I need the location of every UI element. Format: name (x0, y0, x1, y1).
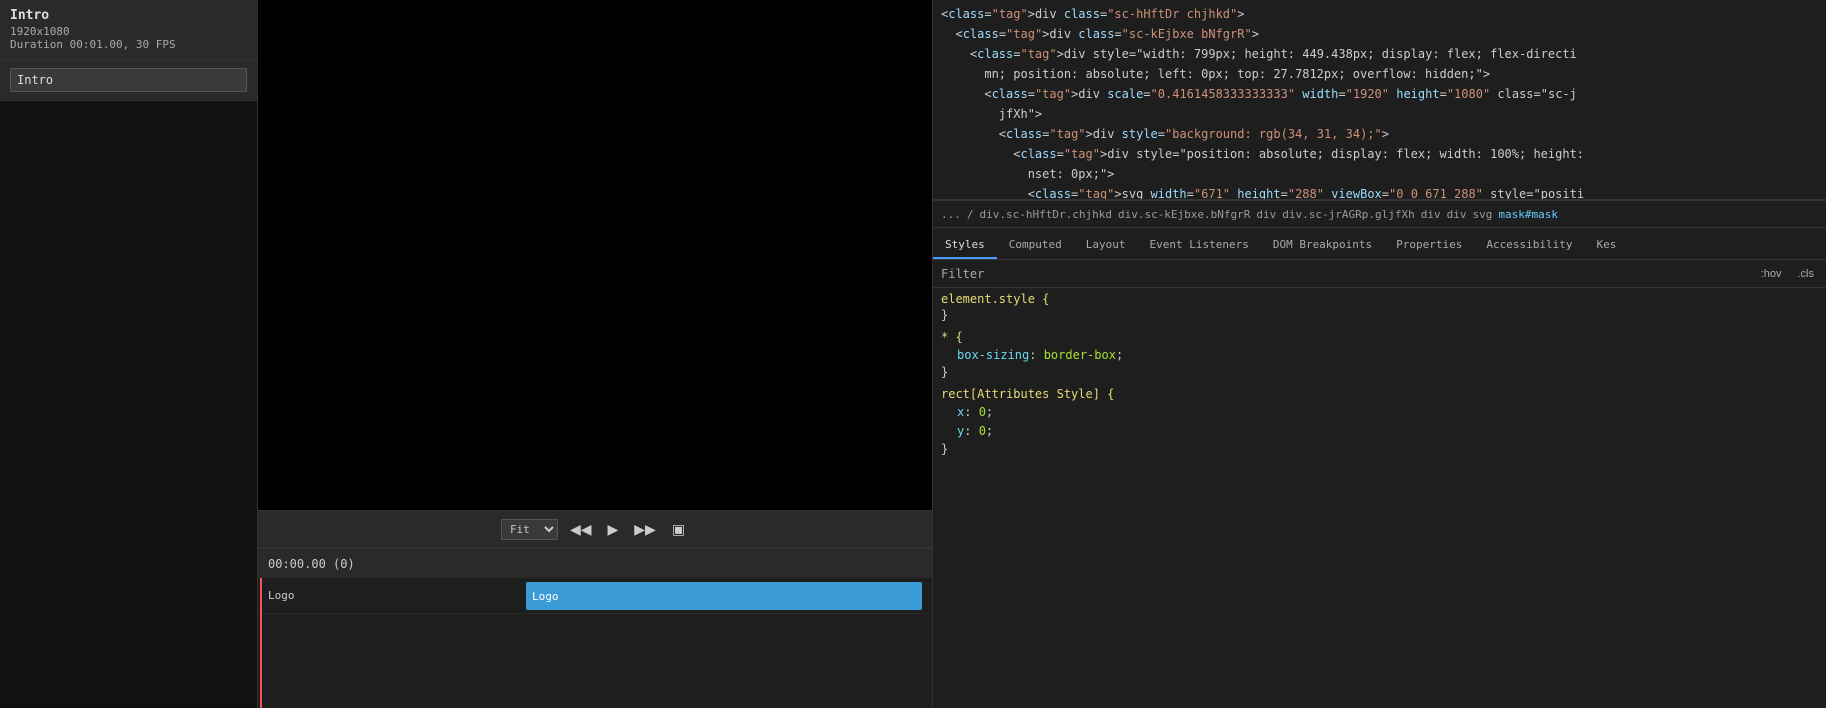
tab-layout[interactable]: Layout (1074, 232, 1138, 259)
filter-label: Filter (941, 267, 984, 281)
timecode: 00:00.00 (0) (268, 557, 355, 571)
track-label: Logo (258, 589, 516, 602)
right-panel: <class="tag">div class="sc-hHftDr chjhkd… (933, 0, 1826, 708)
breadcrumb-item[interactable]: div (1447, 208, 1467, 221)
breadcrumb-item[interactable]: div.sc-hHftDr.chjhkd (980, 208, 1112, 221)
css-prop-value: border-box (1044, 348, 1116, 362)
center-panel: Fit 100% 50% 25% ◀◀ ▶ ▶▶ ▣ 00:00.00 (0) … (258, 0, 933, 708)
main-layout: Intro 1920x1080 Duration 00:01.00, 30 FP… (0, 0, 1826, 708)
tab-dom-breakpoints[interactable]: DOM Breakpoints (1261, 232, 1384, 259)
cls-button[interactable]: .cls (1794, 266, 1819, 282)
css-property: y: 0; (941, 422, 1818, 441)
timeline-tracks: Logo Logo (258, 578, 932, 708)
list-item: jfXh"> (933, 104, 1826, 124)
skip-back-button[interactable]: ◀◀ (566, 519, 596, 540)
css-prop-value: 0 (979, 424, 986, 438)
composition-input[interactable] (10, 68, 247, 92)
css-close-brace: } (941, 308, 1818, 322)
css-selector: element.style { (941, 292, 1818, 306)
breadcrumb-item[interactable]: div (1421, 208, 1441, 221)
tab-event-listeners[interactable]: Event Listeners (1137, 232, 1260, 259)
css-block: rect[Attributes Style] { x: 0;y: 0;} (941, 387, 1818, 455)
breadcrumb-item[interactable]: div (1256, 208, 1276, 221)
css-selector: rect[Attributes Style] { (941, 387, 1818, 401)
list-item: <class="tag">div class="sc-hHftDr chjhkd… (933, 4, 1826, 24)
timecode-bar: 00:00.00 (0) (258, 548, 932, 578)
breadcrumb-item[interactable]: / (967, 208, 974, 221)
list-item: <class="tag">div style="width: 799px; he… (933, 44, 1826, 64)
track-content: Logo (516, 578, 932, 613)
devtools-toolbar: Filter :hov .cls (933, 260, 1826, 288)
list-item: <class="tag">svg width="671" height="288… (933, 184, 1826, 200)
breadcrumb: ... / div.sc-hHftDr.chjhkd div.sc-kEjbxe… (933, 200, 1826, 228)
tab-properties[interactable]: Properties (1384, 232, 1474, 259)
preview-canvas (258, 0, 932, 510)
composition-input-wrap (0, 60, 257, 101)
breadcrumb-item[interactable]: mask#mask (1498, 208, 1558, 221)
tab-kes[interactable]: Kes (1585, 232, 1629, 259)
table-row: Logo Logo (258, 578, 932, 614)
breadcrumb-item[interactable]: div.sc-jrAGRp.gljfXh (1282, 208, 1414, 221)
left-preview-area (0, 101, 257, 708)
project-duration: Duration 00:01.00, 30 FPS (10, 38, 247, 51)
filter-input[interactable] (992, 267, 1748, 281)
skip-forward-button[interactable]: ▶▶ (630, 519, 660, 540)
css-block: * { box-sizing: border-box;} (941, 330, 1818, 379)
devtools-html: <class="tag">div class="sc-hHftDr chjhkd… (933, 0, 1826, 200)
list-item: <class="tag">div style="background: rgb(… (933, 124, 1826, 144)
list-item: mn; position: absolute; left: 0px; top: … (933, 64, 1826, 84)
fullscreen-button[interactable]: ▣ (668, 519, 689, 540)
breadcrumb-item[interactable]: svg (1472, 208, 1492, 221)
devtools-tabs: StylesComputedLayoutEvent ListenersDOM B… (933, 228, 1826, 260)
css-property: x: 0; (941, 403, 1818, 422)
breadcrumb-item[interactable]: div.sc-kEjbxe.bNfgrR (1118, 208, 1250, 221)
css-prop-value: 0 (979, 405, 986, 419)
timeline-area: 00:00.00 (0) Logo Logo (258, 548, 932, 708)
list-item: <class="tag">div scale="0.41614583333333… (933, 84, 1826, 104)
hov-button[interactable]: :hov (1757, 266, 1786, 282)
track-block[interactable]: Logo (526, 582, 922, 610)
list-item: <class="tag">div style="position: absolu… (933, 144, 1826, 164)
project-info: Intro 1920x1080 Duration 00:01.00, 30 FP… (0, 0, 257, 60)
css-close-brace: } (941, 365, 1818, 379)
css-block: element.style {} (941, 292, 1818, 322)
fit-select[interactable]: Fit 100% 50% 25% (501, 519, 558, 540)
track-block-label: Logo (532, 590, 559, 603)
css-property: box-sizing: border-box; (941, 346, 1818, 365)
css-close-brace: } (941, 442, 1818, 456)
tab-computed[interactable]: Computed (997, 232, 1074, 259)
breadcrumb-item[interactable]: ... (941, 208, 961, 221)
tab-accessibility[interactable]: Accessibility (1474, 232, 1584, 259)
playback-controls: Fit 100% 50% 25% ◀◀ ▶ ▶▶ ▣ (258, 510, 932, 548)
timeline-cursor[interactable] (260, 578, 262, 708)
left-panel: Intro 1920x1080 Duration 00:01.00, 30 FP… (0, 0, 258, 708)
tab-styles[interactable]: Styles (933, 232, 997, 259)
project-title: Intro (10, 8, 247, 23)
css-selector: * { (941, 330, 1818, 344)
list-item: <class="tag">div class="sc-kEjbxe bNfgrR… (933, 24, 1826, 44)
play-button[interactable]: ▶ (603, 519, 622, 540)
css-prop-name: box-sizing (957, 348, 1029, 362)
project-dimensions: 1920x1080 (10, 25, 247, 38)
styles-panel: element.style {} * { box-sizing: border-bo… (933, 288, 1826, 708)
list-item: nset: 0px;"> (933, 164, 1826, 184)
